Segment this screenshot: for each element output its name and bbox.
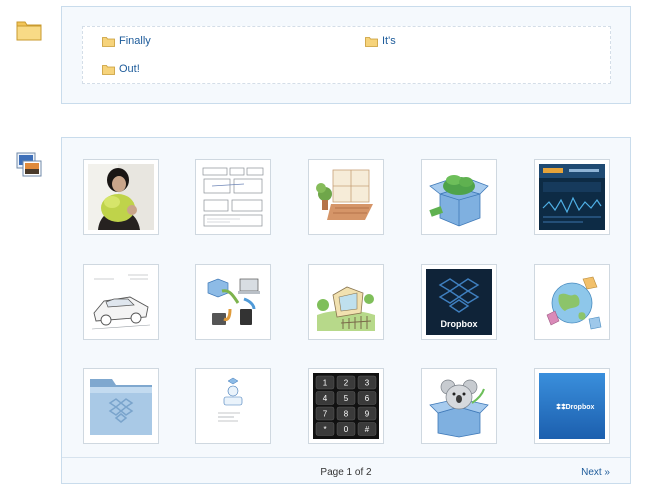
folder-icon — [365, 36, 378, 47]
photo-icon — [200, 164, 266, 230]
photo-icon — [313, 164, 379, 230]
photo-icon: Dropbox — [426, 269, 492, 335]
folder-label: Out! — [119, 63, 140, 75]
photo-icon — [426, 373, 492, 439]
keypad-key-label: # — [365, 425, 370, 434]
photo-phone-keypad[interactable]: 1 2 3 4 5 6 7 8 9 * 0 # — [308, 368, 384, 444]
folder-label: Finally — [119, 35, 151, 47]
photo-dropbox-blue[interactable]: Dropbox — [534, 368, 610, 444]
photo-window-plants[interactable] — [308, 159, 384, 235]
keypad-key-label: 4 — [323, 394, 328, 403]
folder-its[interactable]: It's — [365, 35, 396, 47]
photo-icon — [539, 269, 605, 335]
pagination-bar: Page 1 of 2 Next » — [62, 457, 630, 485]
photo-blue-folder[interactable] — [83, 368, 159, 444]
keypad-key-label: 3 — [365, 379, 370, 388]
photo-small-sketch[interactable] — [195, 368, 271, 444]
photo-garden-fence[interactable] — [308, 264, 384, 340]
keypad-key-label: 6 — [365, 394, 370, 403]
keypad-key-label: 7 — [323, 410, 328, 419]
photo-icon — [200, 373, 266, 439]
photo-boxes-devices[interactable] — [195, 264, 271, 340]
keypad-key-label: 9 — [365, 410, 370, 419]
folder-label: It's — [382, 35, 396, 47]
photo-car-sketch[interactable] — [83, 264, 159, 340]
photo-icon — [200, 269, 266, 335]
photo-icon — [88, 373, 154, 439]
photo-icon — [88, 269, 154, 335]
thumbnail-caption: Dropbox — [441, 319, 478, 329]
keypad-key-label: 0 — [344, 425, 349, 434]
folder-icon — [102, 64, 115, 75]
photo-icon — [539, 164, 605, 230]
thumbnail-caption: Dropbox — [566, 404, 595, 411]
keypad-key-label: 1 — [323, 379, 328, 388]
photo-globe-illustration[interactable] — [534, 264, 610, 340]
page-indicator: Page 1 of 2 — [320, 467, 372, 478]
photo-icon: 1 2 3 4 5 6 7 8 9 * 0 # — [313, 373, 379, 439]
photo-icon: Dropbox — [539, 373, 605, 439]
photo-icon — [88, 164, 154, 230]
folders-panel: Finally It's Out! — [61, 6, 631, 104]
folder-out[interactable]: Out! — [102, 63, 140, 75]
photo-icon — [313, 269, 379, 335]
photo-dark-website[interactable] — [534, 159, 610, 235]
next-page-link[interactable]: Next » — [581, 467, 610, 478]
photos-section-icon — [16, 152, 42, 178]
folder-list: Finally It's Out! — [82, 26, 611, 84]
keypad-key-label: * — [323, 425, 326, 434]
keypad-key-label: 2 — [344, 379, 349, 388]
keypad-key-label: 5 — [344, 394, 349, 403]
photo-dropbox-dark[interactable]: Dropbox — [421, 264, 497, 340]
photo-person-green-toy[interactable] — [83, 159, 159, 235]
keypad-key-label: 8 — [344, 410, 349, 419]
folder-section-icon — [16, 19, 42, 41]
folder-finally[interactable]: Finally — [102, 35, 151, 47]
photo-box-money[interactable] — [421, 159, 497, 235]
folder-icon — [102, 36, 115, 47]
photo-koala-box[interactable] — [421, 368, 497, 444]
photos-panel: Dropbox 1 2 3 4 5 6 7 8 9 * 0 # Dropbox … — [61, 137, 631, 484]
photo-icon — [426, 164, 492, 230]
photo-interface-sketch[interactable] — [195, 159, 271, 235]
